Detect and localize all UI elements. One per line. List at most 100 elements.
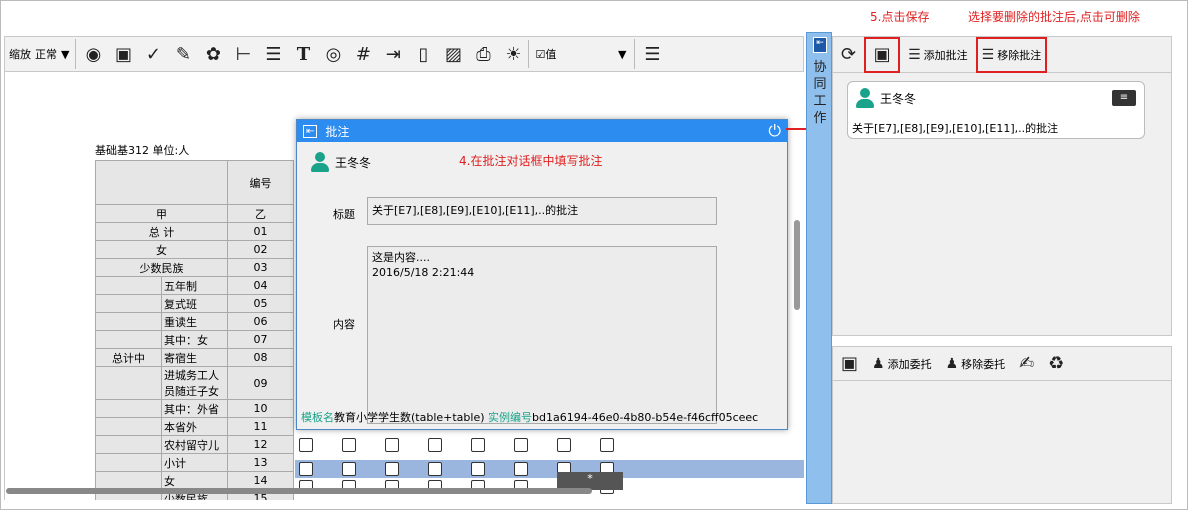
- save-delegate-button[interactable]: ▣: [837, 351, 862, 376]
- title-input[interactable]: 关于[E7],[E8],[E9],[E10],[E11],..的批注: [367, 197, 717, 225]
- cell-input[interactable]: [471, 438, 485, 452]
- value-select[interactable]: ☑ 值 ▼: [528, 40, 632, 68]
- comment-icon[interactable]: ≡: [1112, 90, 1136, 106]
- zoom-control[interactable]: 缩放 正常 ▼: [5, 46, 73, 62]
- save-icon[interactable]: ▣: [108, 39, 138, 69]
- save-note-button[interactable]: ▣: [864, 36, 901, 73]
- cell-input[interactable]: [385, 462, 399, 476]
- cell-input[interactable]: [428, 438, 442, 452]
- header-code: 编号: [227, 160, 294, 205]
- table-row: 少数民族 03: [95, 258, 294, 277]
- row-label: 复式班: [161, 294, 228, 313]
- vertical-scrollbar[interactable]: [794, 220, 800, 310]
- delegate-panel: ▣ ♟ 添加委托 ♟ 移除委托 ✍ ♻: [832, 346, 1172, 504]
- row-code: 04: [227, 276, 294, 295]
- table-row: 其中：外省 10: [95, 399, 294, 418]
- note-panel: ⟳ ▣ ☰ 添加批注 ☰ 移除批注 王冬冬 ≡ 关于[E7],[E8],[E9]…: [832, 36, 1172, 336]
- add-note-label: 添加批注: [923, 48, 968, 62]
- export-icon[interactable]: ⇥: [378, 39, 408, 69]
- recycle-button[interactable]: ♻: [1044, 351, 1068, 376]
- db-icon[interactable]: ☰: [258, 39, 288, 69]
- cell-input[interactable]: [600, 438, 614, 452]
- text-icon[interactable]: T: [288, 39, 318, 69]
- row-group: [95, 276, 162, 295]
- cell-input[interactable]: [299, 462, 313, 476]
- add-delegate-button[interactable]: ♟ 添加委托: [868, 354, 936, 374]
- dialog-user-name: 王冬冬: [335, 155, 372, 170]
- edit-check-button[interactable]: ✍: [1015, 351, 1038, 376]
- grid-icon[interactable]: #: [348, 39, 378, 69]
- row-group: [95, 399, 162, 418]
- list-icon[interactable]: ☰: [637, 39, 667, 69]
- dock-icon[interactable]: ⇤: [303, 124, 318, 138]
- cell-input[interactable]: [514, 462, 528, 476]
- eye-icon[interactable]: ◉: [78, 39, 108, 69]
- row-code: 02: [227, 240, 294, 259]
- cell-input[interactable]: [514, 438, 528, 452]
- row-label: 其中：女: [161, 330, 228, 349]
- bulb-icon[interactable]: ☀: [498, 39, 528, 69]
- row-label: 女: [161, 471, 228, 490]
- annotation-step4: 4.在批注对话框中填写批注: [459, 154, 603, 168]
- table-row: 复式班 05: [95, 294, 294, 313]
- table-row: 其中：女 07: [95, 330, 294, 349]
- remove-delegate-button[interactable]: ♟ 移除委托: [942, 354, 1010, 374]
- instance-label: 实例编号: [488, 411, 533, 424]
- row-label: 本省外: [161, 417, 228, 436]
- horizontal-scrollbar[interactable]: [6, 488, 592, 494]
- note-dialog: ⇤ 批注 ⏻ 王冬冬 4.在批注对话框中填写批注 标题 关于[E7],[E8],…: [296, 119, 788, 430]
- cell-input[interactable]: [342, 438, 356, 452]
- table-row: 女 02: [95, 240, 294, 259]
- refresh-icon: ⟳: [841, 44, 857, 65]
- content-textarea[interactable]: 这是内容.... 2016/5/18 2:21:44: [367, 246, 717, 424]
- row-code: 06: [227, 312, 294, 331]
- row-label: 女: [95, 240, 228, 259]
- row-code: 07: [227, 330, 294, 349]
- row-group: [95, 366, 162, 400]
- row-code: 05: [227, 294, 294, 313]
- cell-input-row: [295, 460, 804, 476]
- power-icon[interactable]: ⏻: [768, 121, 781, 141]
- check-icon[interactable]: ✓: [138, 39, 168, 69]
- cell-input[interactable]: [428, 462, 442, 476]
- spiral-icon[interactable]: ◎: [318, 39, 348, 69]
- edit-check-icon: ✍: [1019, 353, 1035, 374]
- palette-icon[interactable]: ✿: [198, 39, 228, 69]
- row-label: 小计: [161, 453, 228, 472]
- row-code: 01: [227, 222, 294, 241]
- refresh-button[interactable]: ⟳: [837, 42, 860, 67]
- row-group: [95, 417, 162, 436]
- instance-value: bd1a6194-46e0-4b80-b54e-f46cff05ceec: [532, 411, 759, 424]
- row-label: 甲: [95, 204, 228, 223]
- dialog-footer: 模板名教育小学学生数(table+table) 实例编号bd1a6194-46e…: [301, 409, 758, 425]
- note-card[interactable]: 王冬冬 ≡ 关于[E7],[E8],[E9],[E10],[E11],..的批注: [847, 81, 1145, 139]
- row-group: [95, 312, 162, 331]
- row-label: 五年制: [161, 276, 228, 295]
- card-text: 关于[E7],[E8],[E9],[E10],[E11],..的批注: [852, 122, 1059, 135]
- print-icon[interactable]: ⎙: [468, 39, 498, 69]
- add-delegate-label: 添加委托: [887, 357, 932, 371]
- row-group: [95, 453, 162, 472]
- cell-input[interactable]: [385, 438, 399, 452]
- list-add-icon: ☰: [908, 46, 921, 63]
- dialog-title: 批注: [325, 124, 350, 139]
- file-icon[interactable]: ▯: [408, 39, 438, 69]
- cell-input[interactable]: [471, 462, 485, 476]
- brush-icon[interactable]: ✎: [168, 39, 198, 69]
- remove-note-label: 移除批注: [997, 48, 1042, 62]
- cell-input[interactable]: [299, 438, 313, 452]
- cell-input[interactable]: [342, 462, 356, 476]
- save-icon: ▣: [873, 44, 891, 65]
- table-row: 甲乙: [95, 204, 294, 223]
- row-group: [95, 294, 162, 313]
- table-row: 本省外 11: [95, 417, 294, 436]
- card-user: 王冬冬: [856, 88, 916, 108]
- ruler-icon[interactable]: ⊢: [228, 39, 258, 69]
- image-icon[interactable]: ▨: [438, 39, 468, 69]
- collab-tab[interactable]: ⇤ 协 同 工 作: [806, 32, 832, 504]
- cell-input[interactable]: [557, 438, 571, 452]
- dock-icon[interactable]: ⇤: [813, 37, 827, 53]
- recycle-icon: ♻: [1048, 353, 1065, 374]
- add-note-button[interactable]: ☰ 添加批注: [904, 45, 972, 65]
- remove-note-button[interactable]: ☰ 移除批注: [975, 36, 1048, 73]
